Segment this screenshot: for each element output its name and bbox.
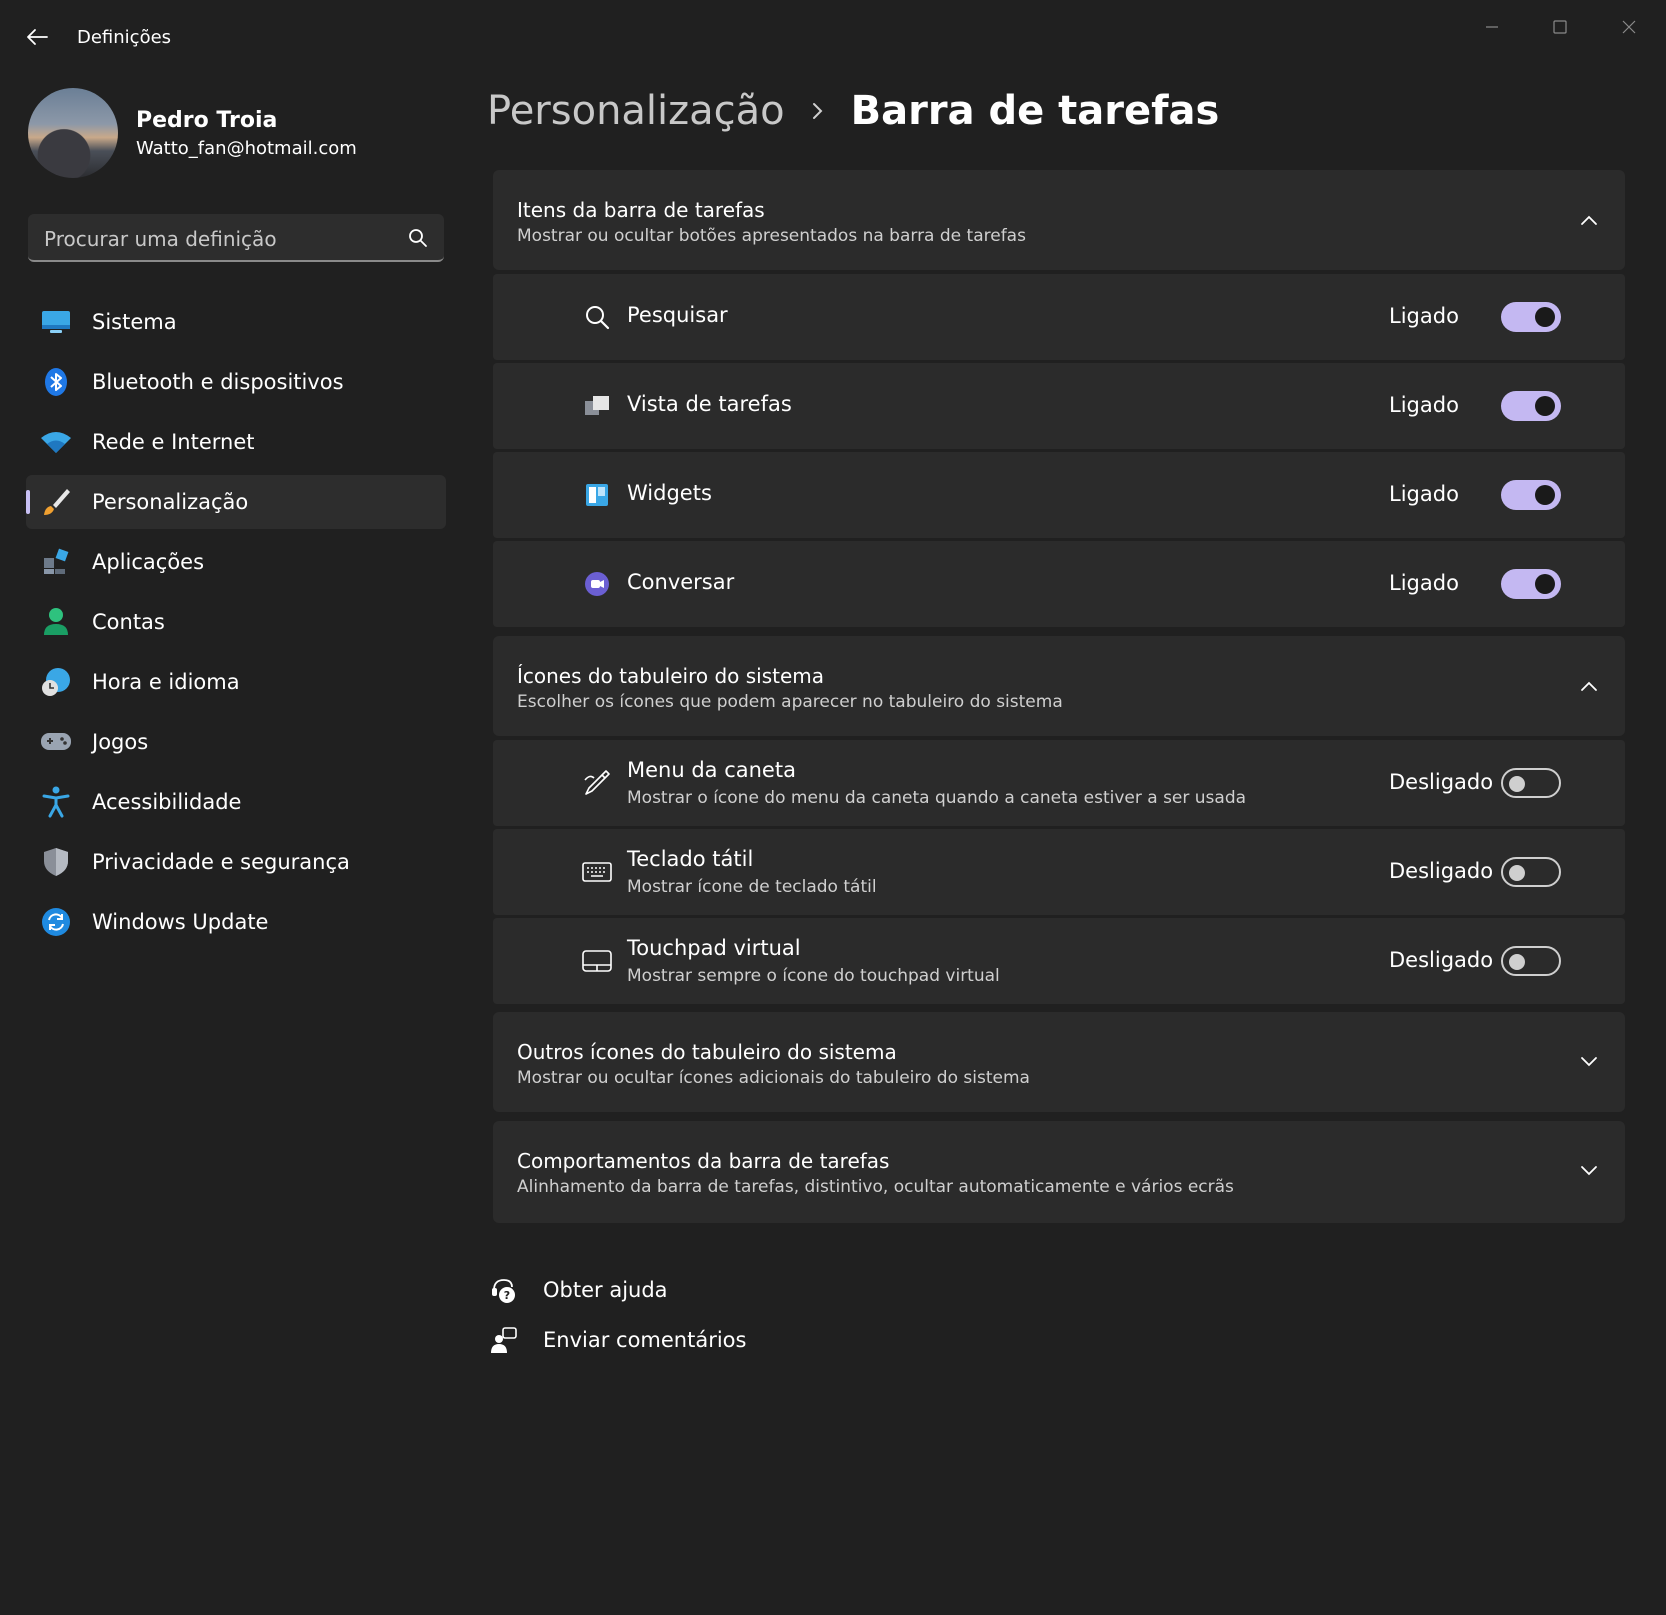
- bluetooth-icon: [40, 366, 72, 398]
- setting-row-search: Pesquisar Ligado: [493, 274, 1625, 360]
- chevron-right-icon: [811, 101, 825, 121]
- sidebar-item-personalization[interactable]: Personalização: [26, 475, 446, 529]
- setting-row-touch-keyboard: Teclado tátil Mostrar ícone de teclado t…: [493, 829, 1625, 915]
- accessibility-icon: [40, 786, 72, 818]
- title-bar: Definições: [0, 0, 1666, 76]
- toggle-pen-menu[interactable]: [1501, 768, 1561, 798]
- wifi-icon: [40, 426, 72, 458]
- breadcrumb: Personalização Barra de tarefas: [487, 88, 1219, 134]
- maximize-button[interactable]: [1540, 12, 1580, 42]
- sidebar-item-bluetooth[interactable]: Bluetooth e dispositivos: [26, 355, 446, 409]
- other-tray-icons-header[interactable]: Outros ícones do tabuleiro do sistema Mo…: [493, 1012, 1625, 1112]
- search-icon: [581, 301, 613, 333]
- brush-icon: [40, 486, 72, 518]
- setting-row-chat: Conversar Ligado: [493, 541, 1625, 627]
- close-icon: [1622, 20, 1636, 34]
- pen-icon: [581, 767, 613, 799]
- touchpad-icon: [581, 945, 613, 977]
- close-button[interactable]: [1609, 12, 1649, 42]
- help-icon: ?: [489, 1275, 519, 1305]
- gamepad-icon: [40, 726, 72, 758]
- monitor-icon: [40, 306, 72, 338]
- setting-row-virtual-touchpad: Touchpad virtual Mostrar sempre o ícone …: [493, 918, 1625, 1004]
- page-title: Barra de tarefas: [850, 88, 1220, 134]
- apps-icon: [40, 546, 72, 578]
- sidebar-item-apps[interactable]: Aplicações: [26, 535, 446, 589]
- search-input[interactable]: [42, 224, 386, 254]
- toggle-touch-keyboard[interactable]: [1501, 857, 1561, 887]
- settings-window: Definições Pedro Troia Watto_fan@hotmail…: [0, 0, 1666, 1615]
- globe-clock-icon: [40, 666, 72, 698]
- toggle-chat[interactable]: [1501, 569, 1561, 599]
- toggle-task-view[interactable]: [1501, 391, 1561, 421]
- feedback-icon: [489, 1325, 519, 1355]
- widgets-icon: [581, 479, 613, 511]
- sidebar-item-accounts[interactable]: Contas: [26, 595, 446, 649]
- setting-row-pen-menu: Menu da caneta Mostrar o ícone do menu d…: [493, 740, 1625, 826]
- chat-icon: [581, 568, 613, 600]
- chevron-down-icon[interactable]: [1579, 1161, 1599, 1181]
- chevron-up-icon[interactable]: [1579, 210, 1599, 230]
- sidebar-item-network[interactable]: Rede e Internet: [26, 415, 446, 469]
- keyboard-icon: [581, 856, 613, 888]
- search-box[interactable]: [28, 214, 444, 262]
- sidebar-item-windows-update[interactable]: Windows Update: [26, 895, 446, 949]
- update-icon: [40, 906, 72, 938]
- avatar[interactable]: [28, 88, 118, 178]
- sidebar-item-accessibility[interactable]: Acessibilidade: [26, 775, 446, 829]
- sidebar-nav: Sistema Bluetooth e dispositivos Rede e …: [26, 295, 446, 955]
- svg-text:?: ?: [504, 1289, 510, 1302]
- app-title: Definições: [77, 27, 172, 48]
- sidebar-item-sistema[interactable]: Sistema: [26, 295, 446, 349]
- maximize-icon: [1553, 20, 1567, 34]
- profile-name: Pedro Troia: [136, 108, 278, 133]
- back-button[interactable]: [22, 22, 52, 52]
- get-help-link[interactable]: ? Obter ajuda: [489, 1275, 668, 1305]
- send-feedback-link[interactable]: Enviar comentários: [489, 1325, 746, 1355]
- sidebar-item-time-language[interactable]: Hora e idioma: [26, 655, 446, 709]
- shield-icon: [40, 846, 72, 878]
- minimize-button[interactable]: [1472, 12, 1512, 42]
- setting-row-widgets: Widgets Ligado: [493, 452, 1625, 538]
- toggle-virtual-touchpad[interactable]: [1501, 946, 1561, 976]
- toggle-widgets[interactable]: [1501, 480, 1561, 510]
- sidebar-item-gaming[interactable]: Jogos: [26, 715, 446, 769]
- search-icon[interactable]: [408, 228, 428, 248]
- profile-email: Watto_fan@hotmail.com: [136, 138, 357, 159]
- taskbar-items-header[interactable]: Itens da barra de tarefas Mostrar ou ocu…: [493, 170, 1625, 270]
- chevron-up-icon[interactable]: [1579, 676, 1599, 696]
- breadcrumb-parent[interactable]: Personalização: [487, 88, 785, 134]
- arrow-left-icon: [27, 29, 48, 45]
- task-view-icon: [581, 390, 613, 422]
- person-icon: [40, 606, 72, 638]
- minimize-icon: [1486, 26, 1498, 28]
- chevron-down-icon[interactable]: [1579, 1052, 1599, 1072]
- setting-row-task-view: Vista de tarefas Ligado: [493, 363, 1625, 449]
- toggle-search[interactable]: [1501, 302, 1561, 332]
- tray-icons-header[interactable]: Ícones do tabuleiro do sistema Escolher …: [493, 636, 1625, 736]
- taskbar-behaviors-header[interactable]: Comportamentos da barra de tarefas Alinh…: [493, 1121, 1625, 1223]
- sidebar-item-privacy[interactable]: Privacidade e segurança: [26, 835, 446, 889]
